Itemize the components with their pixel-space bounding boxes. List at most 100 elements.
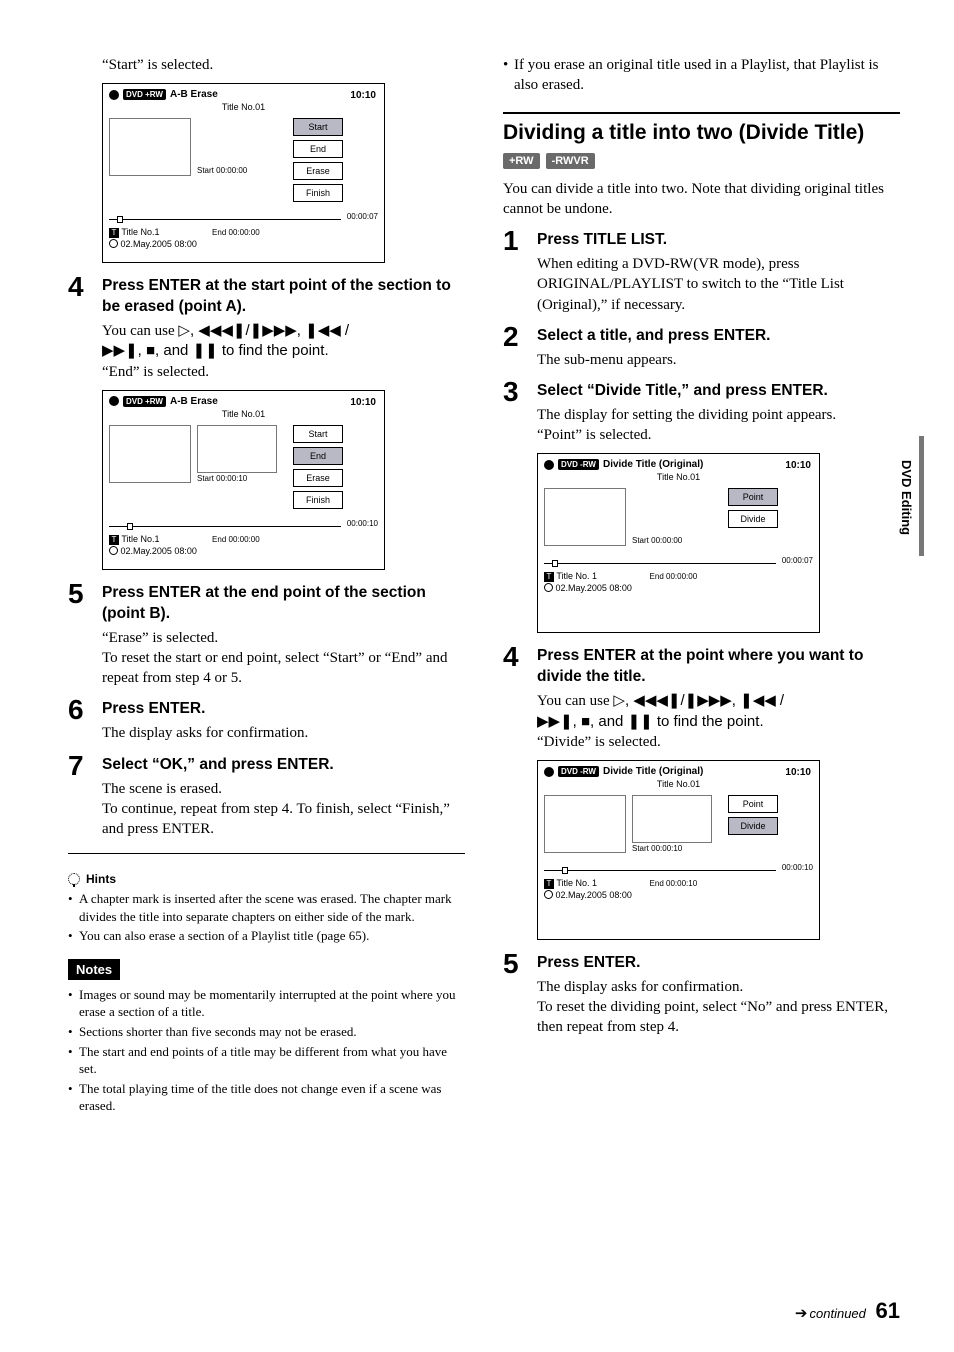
step-text: “Erase” is selected. — [102, 628, 465, 648]
osd-btn-end[interactable]: End — [293, 140, 343, 158]
osd-clock: 10:10 — [350, 397, 376, 408]
hints-list: A chapter mark is inserted after the sce… — [68, 890, 465, 945]
osd-end-label: End 00:00:00 — [212, 228, 260, 237]
step-heading: Select a title, and press ENTER. — [537, 326, 900, 347]
osd-end-label: End 00:00:10 — [650, 879, 698, 888]
title-icon: T — [544, 879, 554, 889]
step-heading: Press ENTER. — [537, 953, 900, 974]
step-number: 3 — [503, 378, 525, 445]
list-item: Images or sound may be momentarily inter… — [68, 986, 465, 1021]
step-number: 6 — [68, 696, 90, 743]
osd-btn-erase[interactable]: Erase — [293, 469, 343, 487]
osd-btn-start[interactable]: Start — [293, 118, 343, 136]
page-number: 61 — [876, 1298, 900, 1323]
osd-btn-divide[interactable]: Divide — [728, 510, 778, 528]
list-item: Sections shorter than five seconds may n… — [68, 1023, 465, 1041]
osd-btn-end[interactable]: End — [293, 447, 343, 465]
osd-foot-date: 02.May.2005 08:00 — [556, 890, 632, 900]
disc-tag: DVD +RW — [123, 89, 166, 100]
clock-icon — [109, 239, 118, 248]
step-heading: Select “Divide Title,” and press ENTER. — [537, 381, 900, 402]
osd-btn-point[interactable]: Point — [728, 488, 778, 506]
step-text-frag: You can use — [102, 323, 178, 339]
osd-progress — [544, 563, 776, 564]
list-item: You can also erase a section of a Playli… — [68, 927, 465, 945]
step-text: ▶▶❚, ■, and ❚❚ to find the point. — [102, 341, 465, 361]
osd-progress — [109, 526, 341, 527]
top-note: If you erase an original title used in a… — [503, 55, 900, 96]
osd-clock: 10:10 — [785, 460, 811, 471]
osd-thumbnail — [544, 795, 626, 853]
clock-icon — [109, 546, 118, 555]
step-2: 2 Select a title, and press ENTER. The s… — [503, 323, 900, 370]
record-icon — [109, 396, 119, 406]
step-4r: 4 Press ENTER at the point where you wan… — [503, 643, 900, 752]
osd-btn-erase[interactable]: Erase — [293, 162, 343, 180]
osd-foot-date: 02.May.2005 08:00 — [121, 239, 197, 249]
arrow-icon — [795, 1306, 810, 1321]
title-icon: T — [109, 535, 119, 545]
osd-btn-point[interactable]: Point — [728, 795, 778, 813]
osd-title: Divide Title (Original) — [603, 766, 703, 777]
osd-btn-divide[interactable]: Divide — [728, 817, 778, 835]
osd-divide-1: DVD -RW Divide Title (Original) 10:10 Ti… — [537, 453, 820, 633]
osd-foot-title: Title No.1 — [121, 227, 159, 237]
osd-title: A-B Erase — [170, 396, 218, 407]
list-item: A chapter mark is inserted after the sce… — [68, 890, 465, 925]
step-5: 5 Press ENTER at the end point of the se… — [68, 580, 465, 689]
hints-label: Hints — [86, 872, 116, 886]
notes-list: Images or sound may be momentarily inter… — [68, 986, 465, 1115]
osd-start-label: Start 00:00:00 — [632, 536, 722, 545]
step-7: 7 Select “OK,” and press ENTER. The scen… — [68, 752, 465, 840]
title-icon: T — [109, 228, 119, 238]
osd-title-no: Title No.01 — [544, 472, 813, 482]
page: “Start” is selected. DVD +RW A-B Erase 1… — [0, 0, 954, 1147]
step-heading: Press TITLE LIST. — [537, 230, 900, 251]
section-heading: Dividing a title into two (Divide Title) — [503, 120, 900, 145]
osd-end-label: End 00:00:00 — [650, 572, 698, 581]
step-text: The display for setting the dividing poi… — [537, 405, 900, 425]
disc-tag-plusrw: +RW — [503, 153, 540, 169]
osd-bar-time: 00:00:07 — [347, 212, 378, 221]
step-number: 4 — [503, 643, 525, 752]
step-number: 2 — [503, 323, 525, 370]
record-icon — [544, 767, 554, 777]
osd-btn-start[interactable]: Start — [293, 425, 343, 443]
step-text: To continue, repeat from step 4. To fini… — [102, 799, 465, 840]
step-text: The display asks for confirmation. — [102, 723, 465, 743]
osd-foot-title: Title No. 1 — [556, 571, 597, 581]
list-item: The start and end points of a title may … — [68, 1043, 465, 1078]
intro-text: You can divide a title into two. Note th… — [503, 179, 900, 220]
record-icon — [109, 90, 119, 100]
step-text: “Divide” is selected. — [537, 732, 900, 752]
divider — [503, 112, 900, 114]
osd-foot-date: 02.May.2005 08:00 — [121, 546, 197, 556]
transport-icons: ▷, ◀◀◀❚/❚▶▶▶, ❚◀◀ / — [613, 692, 784, 709]
clock-icon — [544, 890, 553, 899]
osd-end-label: End 00:00:00 — [212, 535, 260, 544]
osd-start-label: Start 00:00:00 — [197, 166, 287, 175]
osd-clock: 10:10 — [350, 90, 376, 101]
step-heading: Press ENTER. — [102, 699, 465, 720]
step-number: 7 — [68, 752, 90, 840]
osd-btn-finish[interactable]: Finish — [293, 184, 343, 202]
step-text: The scene is erased. — [102, 779, 465, 799]
divider — [68, 853, 465, 854]
osd-btn-finish[interactable]: Finish — [293, 491, 343, 509]
title-icon: T — [544, 572, 554, 582]
osd-thumbnail-start — [632, 795, 712, 843]
step-5r: 5 Press ENTER. The display asks for conf… — [503, 950, 900, 1038]
disc-tag-rwvr: -RWVR — [546, 153, 595, 169]
list-item: If you erase an original title used in a… — [503, 55, 900, 96]
osd-start-label: Start 00:00:10 — [197, 474, 287, 483]
step-4: 4 Press ENTER at the start point of the … — [68, 273, 465, 382]
step-number: 4 — [68, 273, 90, 382]
step-text: You can use ▷, ◀◀◀❚/❚▶▶▶, ❚◀◀ / — [537, 691, 900, 711]
osd-title: A-B Erase — [170, 89, 218, 100]
step-text: The sub-menu appears. — [537, 350, 900, 370]
osd-title: Divide Title (Original) — [603, 459, 703, 470]
list-item: The total playing time of the title does… — [68, 1080, 465, 1115]
transport-icons: ▷, ◀◀◀❚/❚▶▶▶, ❚◀◀ / — [178, 322, 349, 339]
step-text: To reset the dividing point, select “No”… — [537, 997, 900, 1038]
step-heading: Press ENTER at the point where you want … — [537, 646, 900, 688]
